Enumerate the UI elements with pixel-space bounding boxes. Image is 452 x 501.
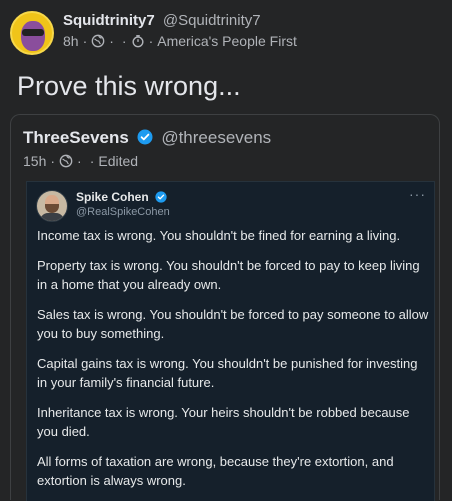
verified-badge-icon: [155, 191, 167, 203]
tweet-paragraph: Property tax is wrong. You shouldn't be …: [37, 258, 420, 292]
group-name[interactable]: America's People First: [157, 31, 297, 51]
tweet-paragraph: Sales tax is wrong. You shouldn't be for…: [37, 307, 429, 341]
shared-post-time[interactable]: 15h: [23, 151, 46, 171]
tweet-paragraph: Inheritance tax is wrong. Your heirs sho…: [37, 405, 410, 439]
tweet-avatar: [36, 190, 68, 222]
more-options-icon: ···: [409, 186, 426, 202]
tweet-paragraph: Income tax is wrong. You shouldn't be fi…: [37, 228, 401, 243]
separator: ·: [82, 33, 88, 49]
shared-post-card[interactable]: ThreeSevens @threesevens 15h · · · Edite…: [10, 114, 440, 501]
post-meta: Squidtrinity7 @Squidtrinity7 8h · · · · …: [63, 11, 297, 55]
edited-label: Edited: [98, 153, 139, 169]
shared-post-header: ThreeSevens @threesevens 15h · · · Edite…: [23, 127, 271, 171]
separator: ·: [121, 33, 127, 49]
separator: ·: [109, 33, 114, 49]
post-header: Squidtrinity7 @Squidtrinity7 8h · · · · …: [10, 11, 297, 55]
separator: ·: [77, 153, 82, 169]
tweet-header: Spike Cohen @RealSpikeCohen: [36, 190, 170, 222]
verified-badge-icon: [137, 129, 153, 145]
author-name[interactable]: Squidtrinity7: [63, 12, 155, 29]
shared-author-name[interactable]: ThreeSevens: [23, 128, 129, 147]
group-icon: [131, 34, 145, 48]
tweet-paragraph: All forms of taxation are wrong, because…: [37, 454, 394, 488]
avatar[interactable]: [10, 11, 54, 55]
separator: ·: [50, 153, 56, 169]
separator: ·: [89, 153, 95, 169]
shared-author-handle[interactable]: @threesevens: [161, 128, 271, 147]
tweet-body: Income tax is wrong. You shouldn't be fi…: [37, 226, 429, 501]
author-handle[interactable]: @Squidtrinity7: [163, 12, 261, 29]
tweet-author-handle: @RealSpikeCohen: [76, 206, 170, 218]
post-time[interactable]: 8h: [63, 31, 79, 51]
globe-icon: [91, 34, 105, 48]
globe-icon: [59, 154, 73, 168]
separator: ·: [148, 33, 154, 49]
embedded-tweet-image[interactable]: Spike Cohen @RealSpikeCohen ··· Income t…: [26, 181, 435, 501]
tweet-paragraph: Capital gains tax is wrong. You shouldn'…: [37, 356, 418, 390]
tweet-author-name: Spike Cohen: [76, 190, 149, 204]
post-text: Prove this wrong...: [17, 71, 241, 101]
